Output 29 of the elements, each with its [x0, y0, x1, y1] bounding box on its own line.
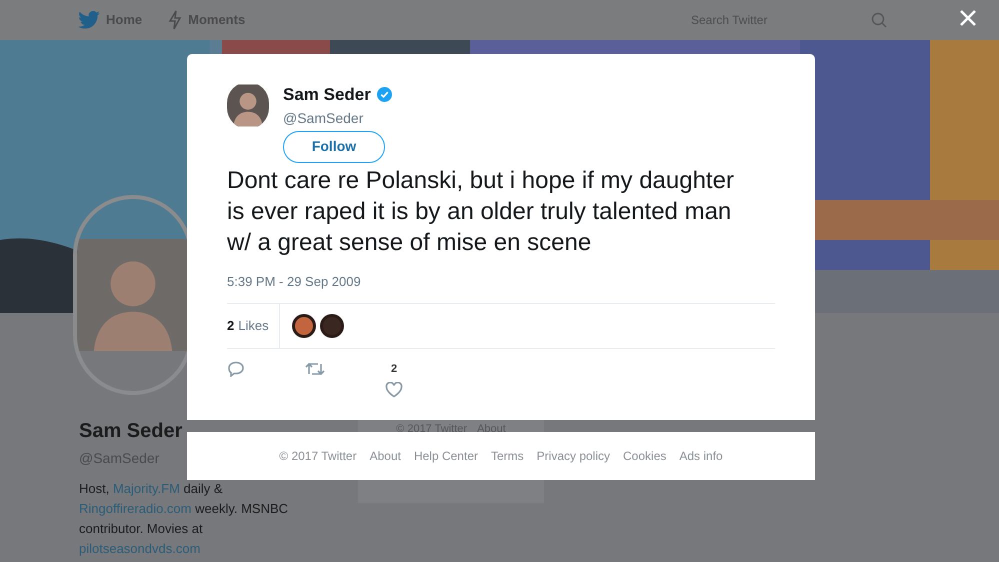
- tweet-text: Dont care re Polanski, but i hope if my daughter is ever raped it is by an older truly talented man w/ a great sense of mise en scene: [227, 166, 735, 258]
- heart-icon[interactable]: [385, 382, 403, 398]
- lightning-icon: [168, 10, 182, 30]
- liker-avatar[interactable]: [292, 314, 316, 338]
- bird-icon: [78, 11, 100, 29]
- tweet-timestamp: 5:39 PM - 29 Sep 2009: [227, 272, 362, 291]
- footer-link[interactable]: © 2017 Twitter: [279, 447, 357, 465]
- bio-link[interactable]: Majority.FM: [112, 481, 180, 496]
- profile-bio: Host, Majority.FM daily & Ringoffireradio.com weekly. MSNBC contributor. Movies at pilotseasondvds.com: [79, 480, 290, 558]
- liker-avatar[interactable]: [320, 314, 344, 338]
- like-count: 2: [390, 362, 398, 377]
- footer-link[interactable]: Privacy policy: [536, 447, 610, 465]
- footer-link[interactable]: Terms: [490, 447, 524, 465]
- footer-link[interactable]: About: [370, 447, 401, 465]
- person-silhouette: [227, 82, 269, 129]
- bio-link[interactable]: pilotseasondvds.com: [79, 541, 200, 556]
- author-handle[interactable]: @SamSeder: [283, 108, 392, 128]
- retweet-icon[interactable]: [305, 361, 325, 377]
- close-icon: [959, 9, 977, 27]
- speech-bubble-icon[interactable]: [227, 361, 245, 377]
- profile-name: Sam Seder: [79, 419, 182, 444]
- follow-button[interactable]: Follow: [283, 130, 385, 162]
- bio-link[interactable]: Ringoffireradio.com: [79, 501, 192, 516]
- footer-link[interactable]: Cookies: [623, 447, 666, 465]
- footer-link[interactable]: Help Center: [414, 447, 478, 465]
- likes-count[interactable]: 2 Likes: [227, 304, 280, 348]
- footer-link[interactable]: Ads info: [679, 447, 723, 465]
- author-avatar[interactable]: [227, 82, 269, 129]
- author-name[interactable]: Sam Seder: [283, 82, 371, 108]
